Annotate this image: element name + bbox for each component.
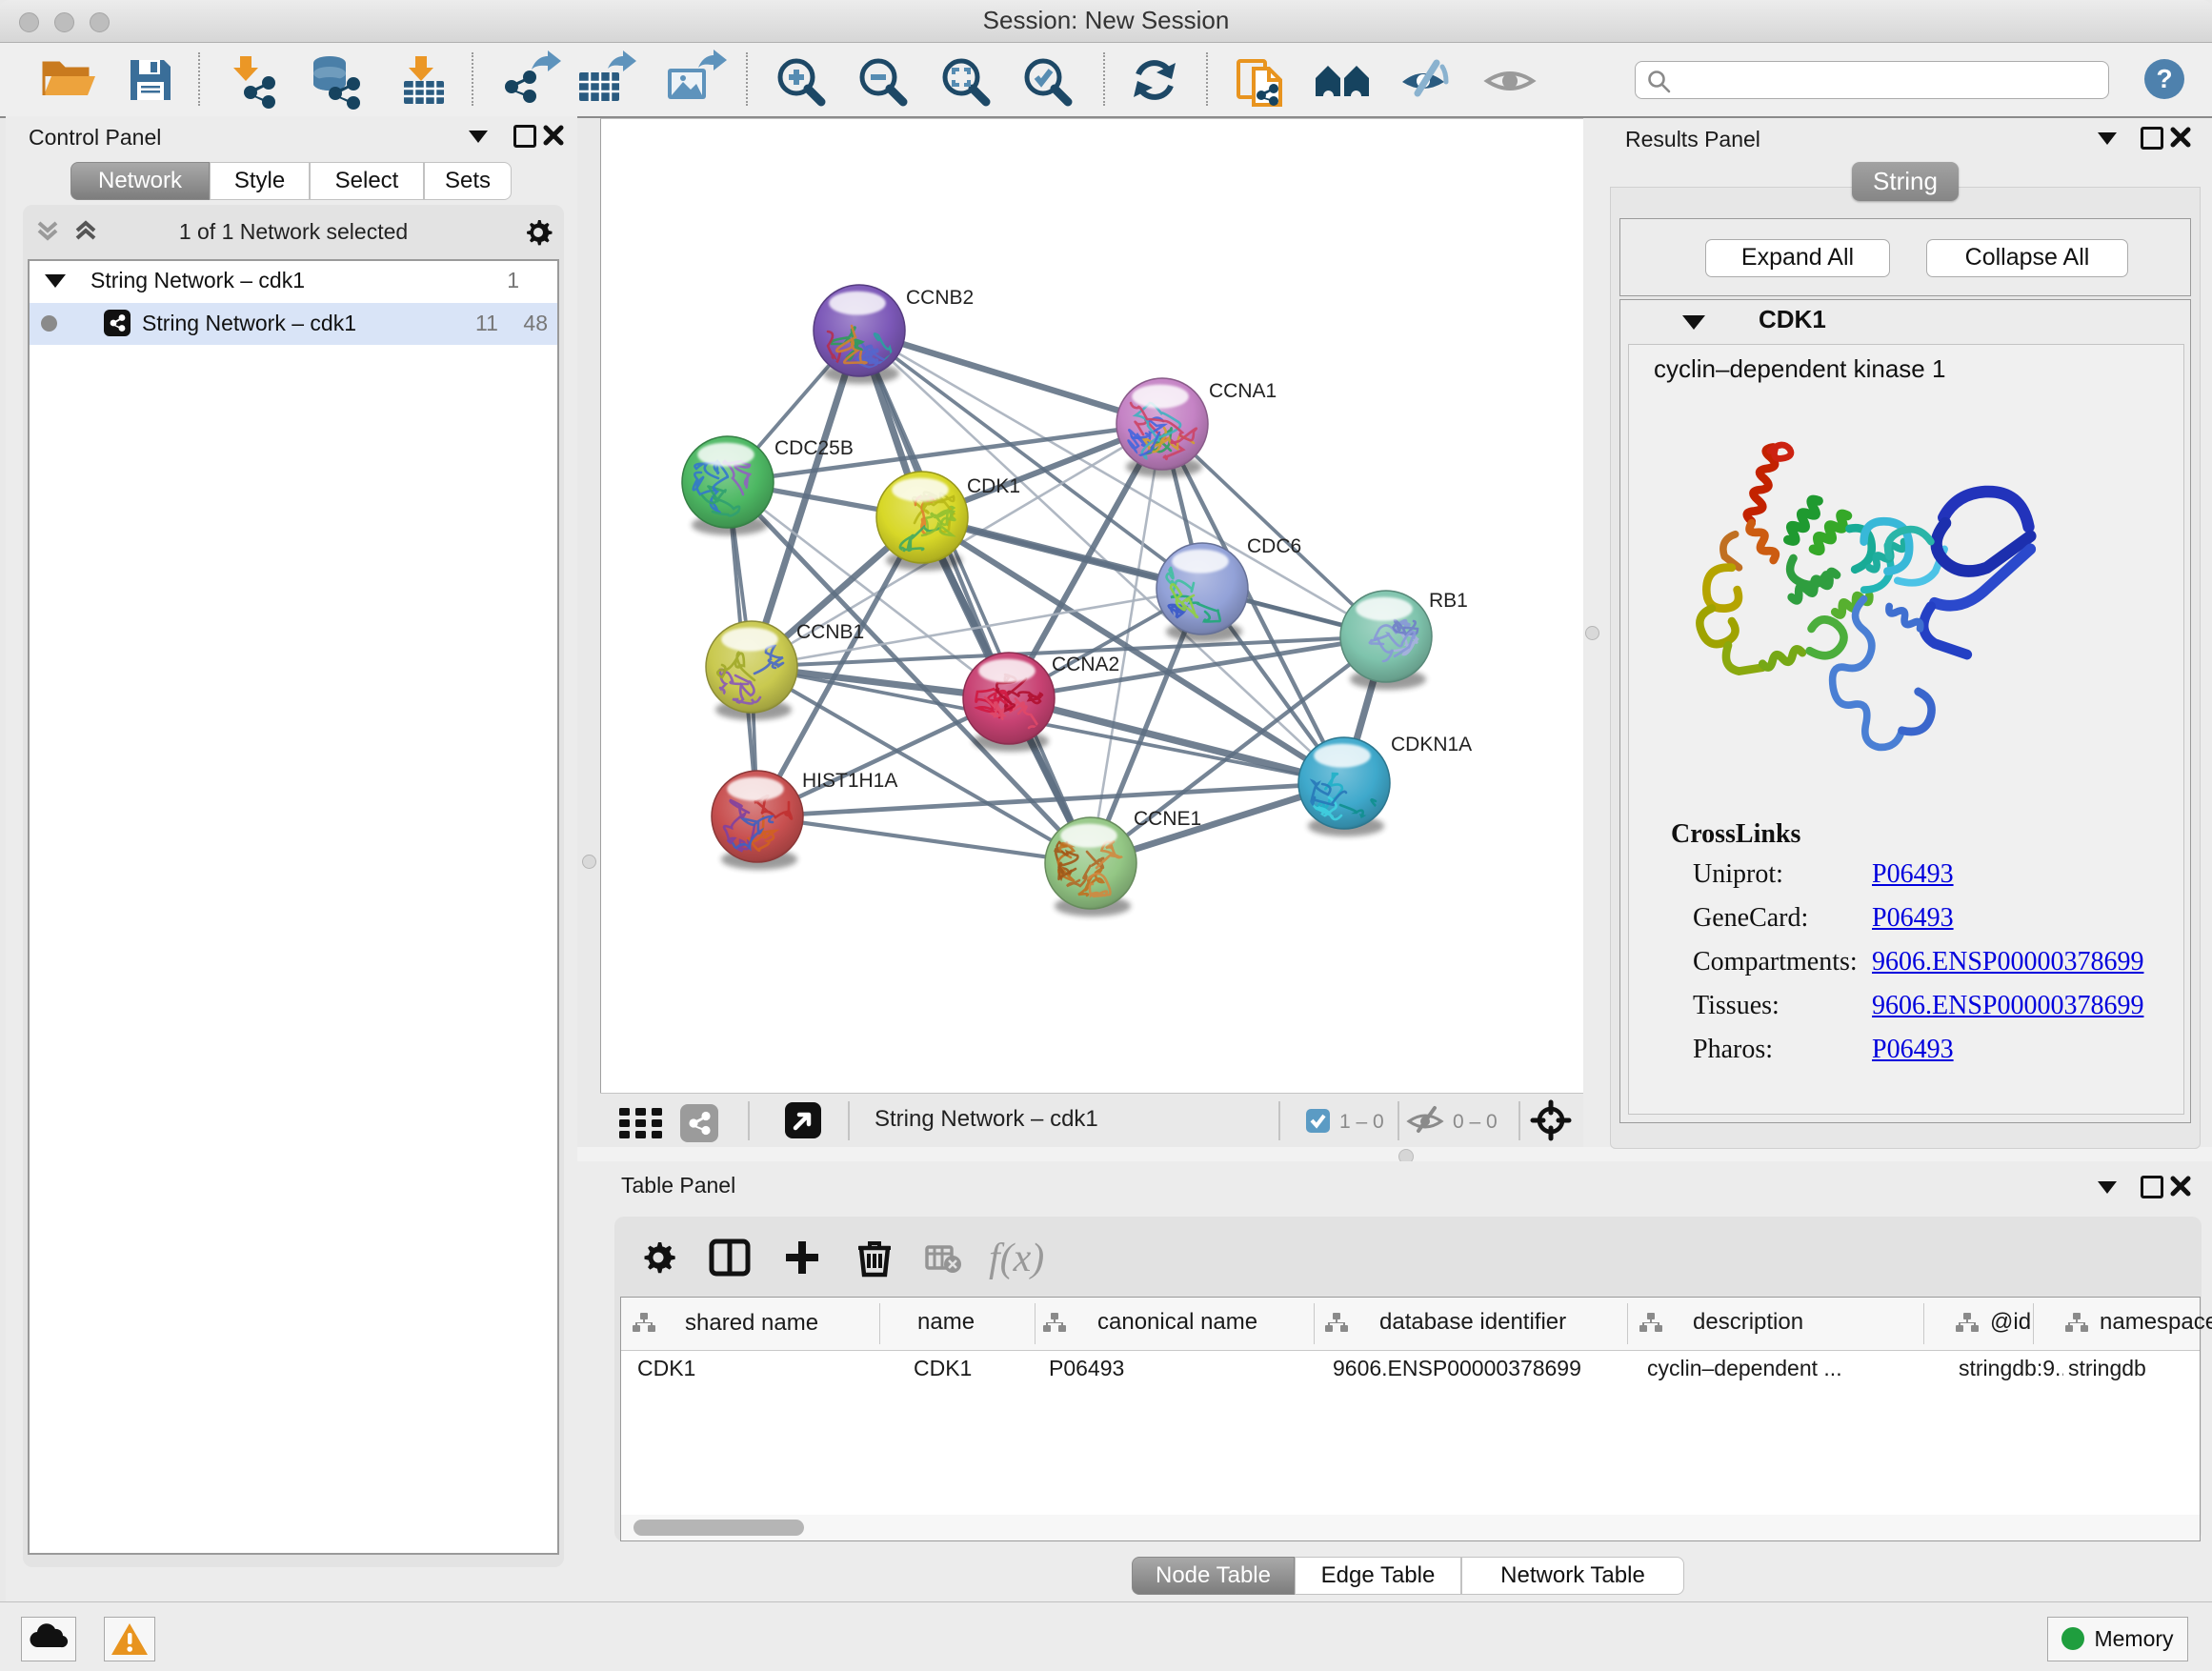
svg-text:CCNA1: CCNA1 — [1209, 380, 1277, 402]
svg-text:f(x): f(x) — [989, 1237, 1044, 1280]
svg-text:HIST1H1A: HIST1H1A — [802, 770, 897, 792]
svg-text:CDKN1A: CDKN1A — [1391, 734, 1472, 755]
svg-text:CDC25B: CDC25B — [774, 437, 854, 459]
svg-text:CCNB1: CCNB1 — [796, 621, 864, 643]
svg-text:CCNB2: CCNB2 — [906, 287, 974, 309]
svg-text:RB1: RB1 — [1429, 590, 1468, 612]
svg-text:?: ? — [2156, 64, 2172, 93]
svg-text:CCNE1: CCNE1 — [1134, 808, 1201, 830]
svg-text:CDC6: CDC6 — [1247, 535, 1301, 557]
svg-text:1 – 0: 1 – 0 — [1339, 1111, 1384, 1133]
svg-text:0 – 0: 0 – 0 — [1453, 1111, 1498, 1133]
svg-text:CDK1: CDK1 — [967, 475, 1020, 497]
svg-text:CCNA2: CCNA2 — [1052, 654, 1119, 675]
